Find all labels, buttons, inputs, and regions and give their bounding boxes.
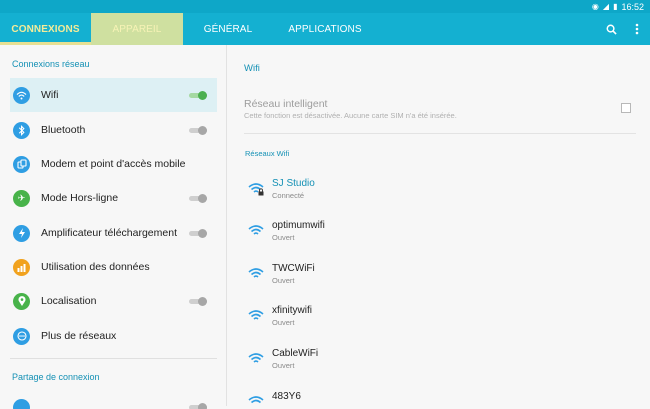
wifi-status-icon: ◉ bbox=[592, 2, 599, 11]
more-networks-icon bbox=[13, 328, 30, 345]
status-time: 16:52 bbox=[621, 2, 644, 12]
divider bbox=[10, 358, 217, 359]
network-name: TWCWiFi bbox=[272, 263, 315, 274]
download-booster-icon bbox=[13, 225, 30, 242]
status-bar: ◉ ◢ ▮ 16:52 bbox=[0, 0, 650, 13]
wifi-icon bbox=[13, 87, 30, 104]
tab-appareil[interactable]: APPAREIL bbox=[91, 13, 183, 45]
network-item[interactable]: SJ Studio Connecté bbox=[248, 178, 548, 210]
menu-item-label: Modem et point d'accès mobile bbox=[41, 158, 185, 170]
tab-connexions[interactable]: CONNEXIONS bbox=[0, 13, 91, 45]
tethering-icon bbox=[13, 399, 30, 409]
airplane-toggle[interactable] bbox=[189, 194, 207, 203]
battery-status-icon: ▮ bbox=[613, 2, 617, 11]
menu-item-location[interactable]: Localisation bbox=[10, 284, 217, 318]
network-item[interactable]: CableWiFi Ouvert bbox=[248, 348, 548, 380]
location-icon bbox=[13, 293, 30, 310]
hotspot-icon bbox=[13, 156, 30, 173]
network-status: Ouvert bbox=[272, 361, 295, 370]
right-panel: Wifi Réseau intelligent Cette fonction e… bbox=[228, 45, 650, 406]
left-panel: Connexions réseau Wifi Bluetooth Modem e… bbox=[0, 45, 227, 406]
menu-item-label: Wifi bbox=[41, 89, 59, 101]
wifi-lock-icon bbox=[248, 182, 265, 196]
download-booster-toggle[interactable] bbox=[189, 229, 207, 238]
wifi-icon bbox=[248, 309, 265, 323]
menu-item-airplane[interactable]: ✈ Mode Hors-ligne bbox=[10, 181, 217, 215]
networks-header: Réseaux Wifi bbox=[245, 149, 289, 158]
menu-item-wifi[interactable]: Wifi bbox=[10, 78, 217, 112]
more-options-icon[interactable] bbox=[624, 13, 650, 45]
menu-item-label: Amplificateur téléchargement bbox=[41, 227, 177, 239]
menu-item-label: Localisation bbox=[41, 295, 96, 307]
network-status: Connecté bbox=[272, 191, 304, 200]
smart-network-checkbox[interactable] bbox=[621, 103, 631, 113]
tab-general[interactable]: GÉNÉRAL bbox=[183, 13, 273, 45]
network-name: 483Y6 bbox=[272, 391, 301, 402]
network-status: Ouvert bbox=[272, 276, 295, 285]
menu-item-data-usage[interactable]: Utilisation des données bbox=[10, 250, 217, 284]
menu-item-hotspot[interactable]: Modem et point d'accès mobile bbox=[10, 147, 217, 181]
smart-network-title: Réseau intelligent bbox=[244, 98, 327, 110]
menu-item-bluetooth[interactable]: Bluetooth bbox=[10, 113, 217, 147]
wifi-icon bbox=[248, 352, 265, 366]
tab-applications[interactable]: APPLICATIONS bbox=[273, 13, 377, 45]
network-item[interactable]: xfinitywifi Ouvert bbox=[248, 305, 548, 337]
network-name: CableWiFi bbox=[272, 348, 318, 359]
menu-item-tethering-partial[interactable] bbox=[10, 389, 217, 409]
airplane-icon: ✈ bbox=[13, 190, 30, 207]
data-usage-icon bbox=[13, 259, 30, 276]
menu-item-more-networks[interactable]: Plus de réseaux bbox=[10, 319, 217, 353]
bluetooth-toggle[interactable] bbox=[189, 126, 207, 135]
network-name: SJ Studio bbox=[272, 178, 315, 189]
location-toggle[interactable] bbox=[189, 297, 207, 306]
network-name: optimumwifi bbox=[272, 220, 325, 231]
wifi-toggle[interactable] bbox=[189, 91, 207, 100]
menu-item-download-booster[interactable]: Amplificateur téléchargement bbox=[10, 216, 217, 250]
panel-title: Wifi bbox=[244, 63, 260, 74]
menu-item-label: Mode Hors-ligne bbox=[41, 192, 118, 204]
search-icon[interactable] bbox=[598, 13, 624, 45]
section-header-connexions-reseau: Connexions réseau bbox=[12, 59, 90, 69]
network-status: Ouvert bbox=[272, 233, 295, 242]
wifi-icon bbox=[248, 224, 265, 238]
smart-network-description: Cette fonction est désactivée. Aucune ca… bbox=[244, 111, 457, 120]
bluetooth-icon bbox=[13, 122, 30, 139]
signal-status-icon: ◢ bbox=[603, 2, 609, 11]
divider bbox=[244, 133, 636, 134]
wifi-icon bbox=[248, 395, 265, 406]
network-item[interactable]: 483Y6 bbox=[248, 391, 548, 406]
menu-item-label: Plus de réseaux bbox=[41, 330, 116, 342]
menu-item-label: Utilisation des données bbox=[41, 261, 150, 273]
network-status: Ouvert bbox=[272, 318, 295, 327]
menu-item-label: Bluetooth bbox=[41, 124, 85, 136]
wifi-icon bbox=[248, 267, 265, 281]
network-name: xfinitywifi bbox=[272, 305, 312, 316]
tab-bar: CONNEXIONS APPAREIL GÉNÉRAL APPLICATIONS bbox=[0, 13, 650, 45]
tethering-toggle[interactable] bbox=[189, 403, 207, 409]
network-item[interactable]: optimumwifi Ouvert bbox=[248, 220, 548, 252]
network-item[interactable]: TWCWiFi Ouvert bbox=[248, 263, 548, 295]
section-header-partage: Partage de connexion bbox=[12, 372, 100, 382]
